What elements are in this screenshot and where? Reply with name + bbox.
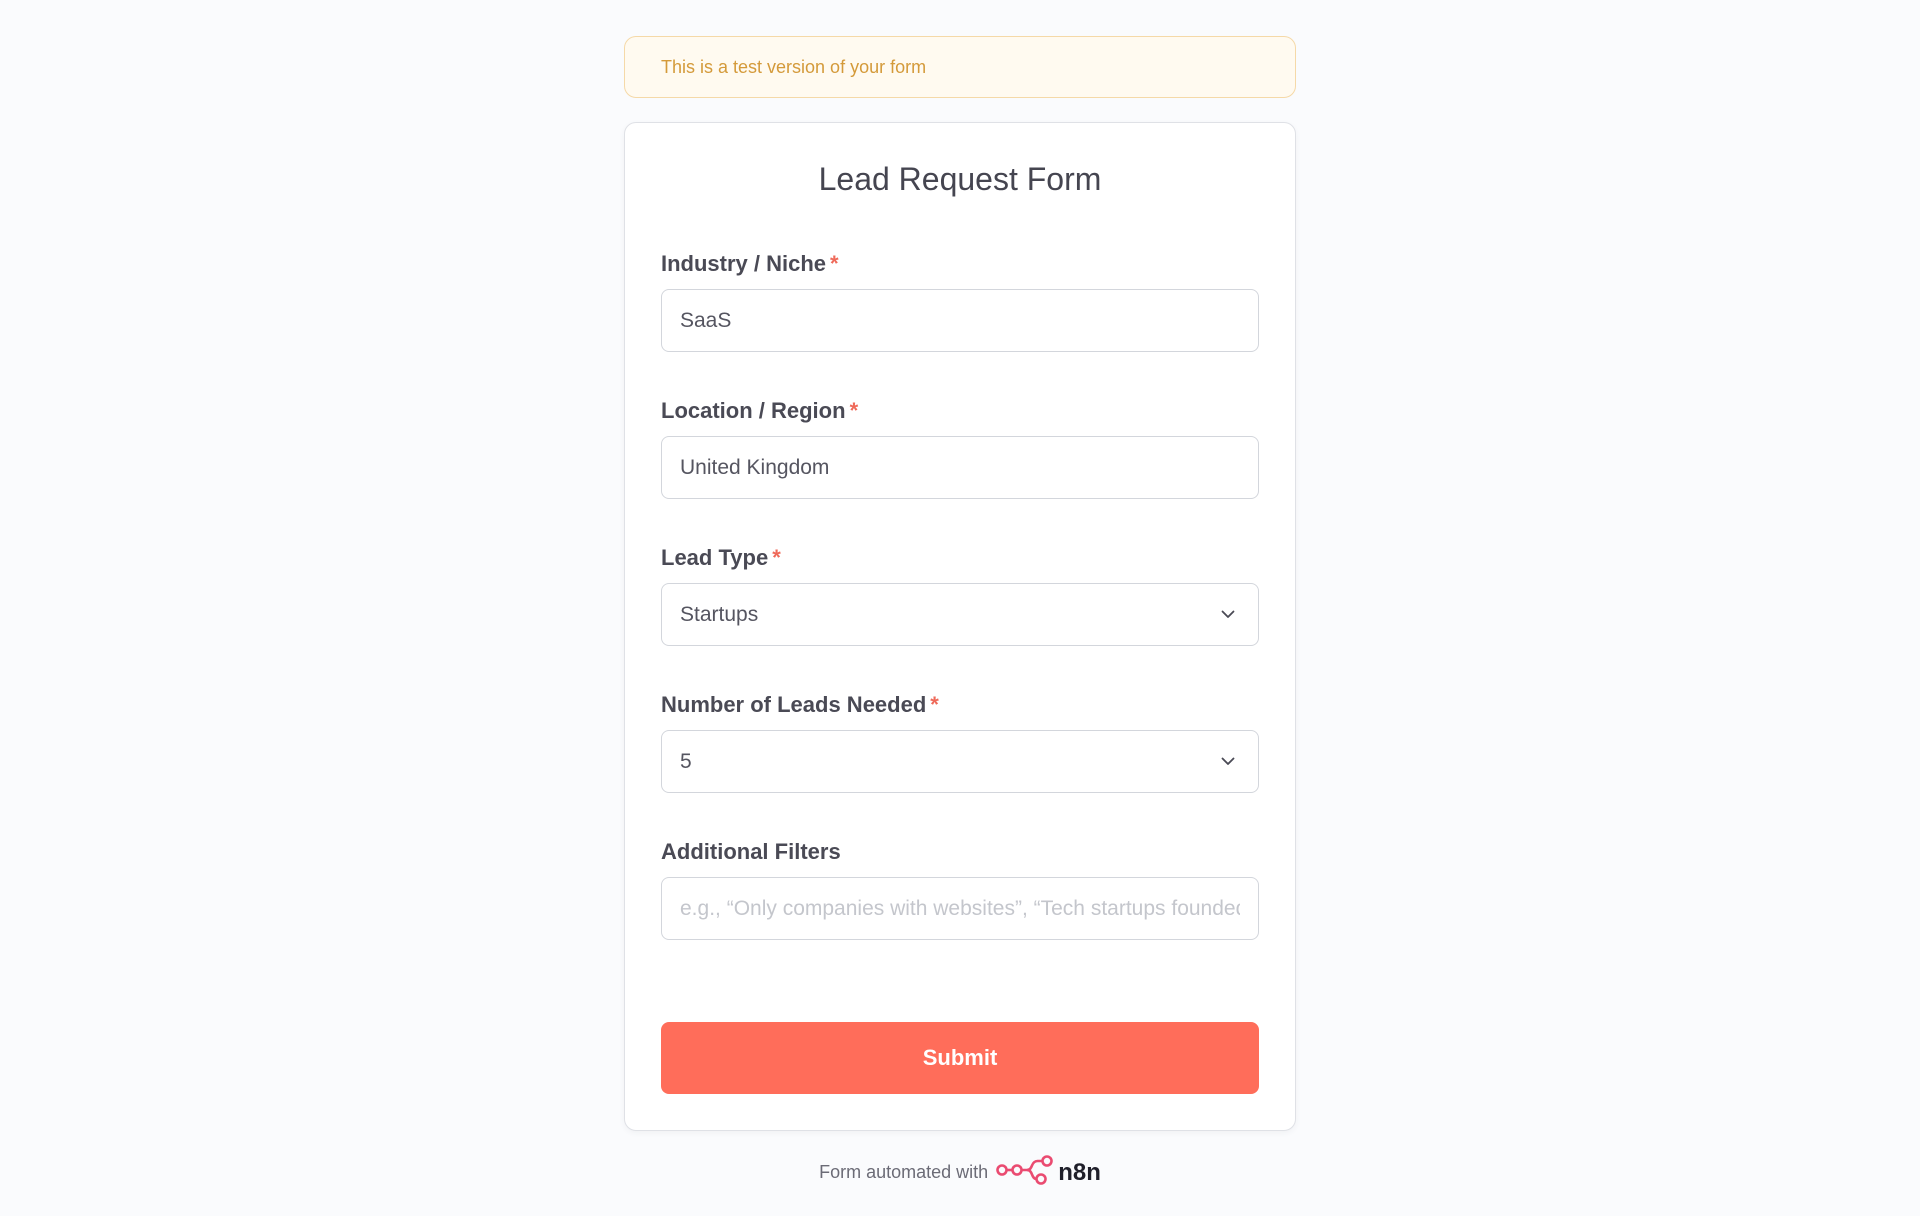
chevron-down-icon — [1220, 607, 1236, 623]
field-number-of-leads: Number of Leads Needed * 5 — [661, 692, 1259, 793]
number-of-leads-select[interactable]: 5 — [661, 730, 1259, 793]
n8n-logo[interactable]: n8n — [996, 1155, 1101, 1190]
lead-type-select[interactable]: Startups — [661, 583, 1259, 646]
lead-type-value: Startups — [680, 602, 759, 626]
test-version-banner-text: This is a test version of your form — [661, 56, 927, 77]
additional-filters-input[interactable]: e.g., “Only companies with websites”, “T… — [661, 877, 1259, 940]
n8n-logo-icon — [996, 1155, 1054, 1190]
form-card: Lead Request Form Industry / Niche * SaaS… — [624, 122, 1296, 1131]
field-location-region: Location / Region * United Kingdom — [661, 398, 1259, 499]
industry-niche-value: SaaS — [680, 308, 732, 332]
field-additional-filters: Additional Filters e.g., “Only companies… — [661, 839, 1259, 940]
industry-niche-input[interactable]: SaaS — [661, 289, 1259, 352]
field-label: Additional Filters — [661, 839, 841, 864]
test-version-banner: This is a test version of your form — [624, 36, 1296, 98]
required-asterisk: * — [830, 251, 839, 276]
field-label: Location / Region * — [661, 398, 859, 423]
footer-text: Form automated with — [819, 1162, 989, 1182]
location-region-input[interactable]: United Kingdom — [661, 436, 1259, 499]
required-asterisk: * — [849, 398, 859, 423]
field-label: Lead Type * — [661, 545, 781, 570]
field-label: Industry / Niche * — [661, 251, 839, 276]
footer: Form automated with n8n — [624, 1155, 1296, 1190]
field-industry-niche: Industry / Niche * SaaS — [661, 251, 1259, 352]
field-label: Number of Leads Needed * — [661, 692, 939, 717]
n8n-brand-text: n8n — [1058, 1158, 1101, 1186]
submit-button[interactable]: Submit — [661, 1022, 1259, 1094]
required-asterisk: * — [930, 692, 939, 717]
required-asterisk: * — [772, 545, 781, 570]
field-lead-type: Lead Type * Startups — [661, 545, 1259, 646]
location-region-value: United Kingdom — [680, 455, 830, 479]
additional-filters-placeholder: e.g., “Only companies with websites”, “T… — [680, 896, 1240, 920]
form-page: This is a test version of your form Lead… — [624, 36, 1296, 1190]
form-title: Lead Request Form — [818, 161, 1102, 197]
number-of-leads-value: 5 — [680, 749, 692, 773]
chevron-down-icon — [1220, 754, 1236, 770]
